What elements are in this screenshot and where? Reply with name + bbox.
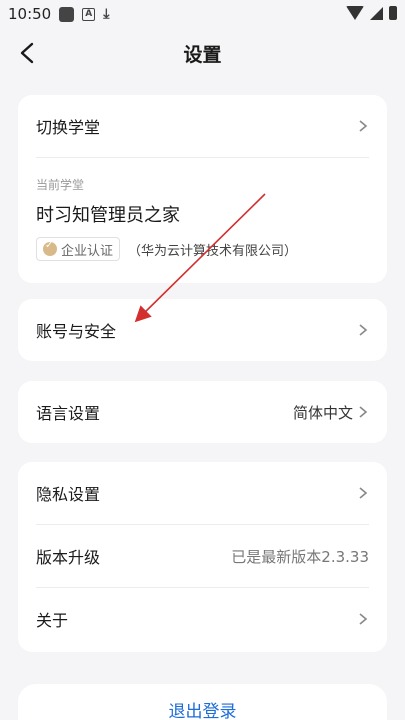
logout-button[interactable]: 退出登录: [18, 684, 387, 720]
company-name: （华为云计算技术有限公司）: [128, 243, 298, 259]
chevron-right-icon: [359, 324, 368, 336]
account-security-row[interactable]: 账号与安全: [18, 299, 387, 361]
verified-badge-icon: [43, 240, 57, 256]
current-school-name: 时习知管理员之家: [36, 205, 180, 226]
status-time: 10:50: [8, 5, 52, 23]
certification-line: 企业认证 （华为云计算技术有限公司）: [18, 237, 387, 261]
privacy-row[interactable]: 隐私设置: [18, 462, 387, 524]
language-value: 简体中文: [292, 403, 353, 422]
page-title: 设置: [183, 43, 222, 66]
switch-school-label: 切换学堂: [36, 118, 101, 137]
enterprise-cert-badge: 企业认证: [36, 237, 121, 261]
language-row[interactable]: 语言设置 简体中文: [18, 381, 387, 443]
chevron-right-icon: [359, 613, 368, 625]
about-row[interactable]: 关于: [18, 588, 387, 650]
logout-label: 退出登录: [168, 702, 237, 720]
misc-card: 隐私设置 版本升级 已是最新版本2.3.33 关于: [18, 462, 387, 652]
version-row[interactable]: 版本升级 已是最新版本2.3.33: [18, 525, 387, 587]
language-card: 语言设置 简体中文: [18, 381, 387, 443]
account-security-label: 账号与安全: [36, 322, 117, 341]
chevron-right-icon: [359, 120, 368, 132]
a-notification-icon: A: [82, 7, 96, 21]
chevron-right-icon: [359, 487, 368, 499]
version-value: 已是最新版本2.3.33: [231, 547, 369, 566]
about-label: 关于: [36, 611, 69, 630]
privacy-label: 隐私设置: [36, 485, 101, 504]
back-arrow-icon[interactable]: [18, 42, 38, 64]
header: 设置: [0, 30, 405, 76]
current-school-caption: 当前学堂: [36, 178, 85, 192]
version-label: 版本升级: [36, 548, 101, 567]
wifi-icon: [346, 6, 364, 20]
account-card: 账号与安全: [18, 299, 387, 361]
chevron-right-icon: [359, 406, 368, 418]
app-notification-icon: [59, 6, 75, 22]
switch-school-row[interactable]: 切换学堂: [18, 95, 387, 157]
school-card: 切换学堂 当前学堂 时习知管理员之家 企业认证 （华为云计算技术有限公司）: [18, 95, 387, 283]
language-label: 语言设置: [36, 404, 101, 423]
download-icon: ⤓: [103, 6, 110, 22]
signal-icon: [370, 6, 383, 20]
cert-badge-label: 企业认证: [61, 243, 114, 259]
battery-icon: [389, 6, 397, 20]
status-bar: 10:50 A ⤓: [0, 0, 405, 28]
